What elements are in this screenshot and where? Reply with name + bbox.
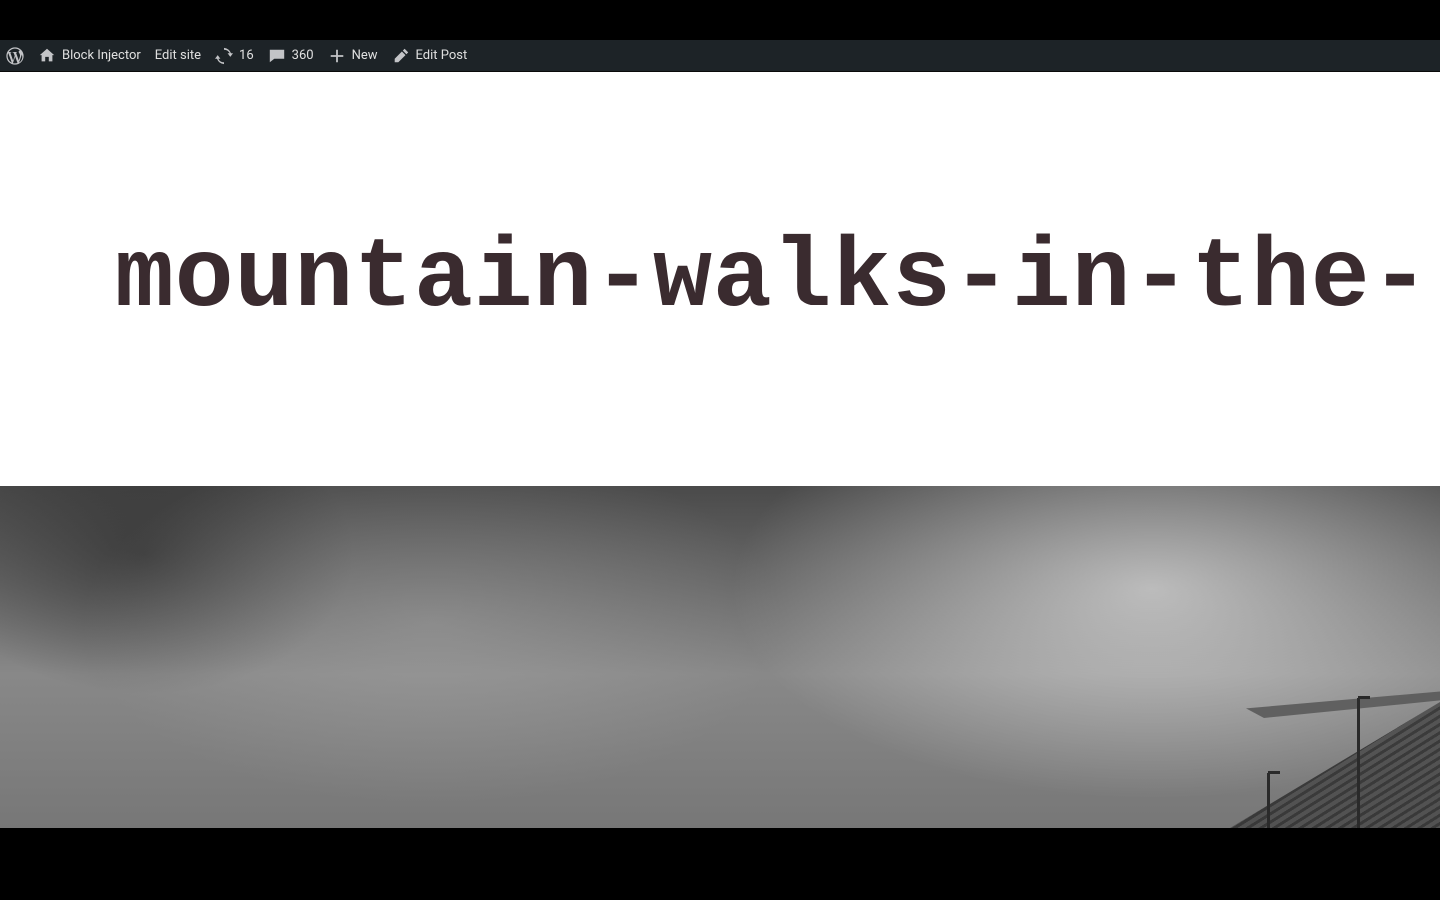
letterbox-bottom [0,828,1440,900]
updates-count: 16 [239,48,254,63]
new-label: New [352,48,378,63]
streetlight-icon [1357,698,1360,828]
wordpress-icon [6,47,24,65]
page-content: mountain-walks-in-the- [0,72,1440,828]
edit-site-link[interactable]: Edit site [155,48,201,63]
site-name-link[interactable]: Block Injector [38,47,141,65]
wp-logo[interactable] [6,47,24,65]
plus-icon [328,47,346,65]
bridge-deck-graphic [1180,688,1440,718]
comments-count: 360 [292,48,314,63]
pencil-icon [392,47,410,65]
edit-post-link[interactable]: Edit Post [392,47,468,65]
updates-link[interactable]: 16 [215,47,254,65]
edit-post-label: Edit Post [416,48,468,63]
comments-link[interactable]: 360 [268,47,314,65]
new-link[interactable]: New [328,47,378,65]
comment-icon [268,47,286,65]
refresh-icon [215,47,233,65]
site-name: Block Injector [62,48,141,63]
letterbox-top [0,0,1440,40]
home-icon [38,47,56,65]
edit-site-label: Edit site [155,48,201,63]
post-title-block: mountain-walks-in-the- [0,72,1440,486]
post-title: mountain-walks-in-the- [115,224,1430,335]
featured-image [0,486,1440,828]
wp-admin-bar: Block Injector Edit site 16 360 New Edit… [0,40,1440,72]
streetlight-icon [1267,773,1270,828]
